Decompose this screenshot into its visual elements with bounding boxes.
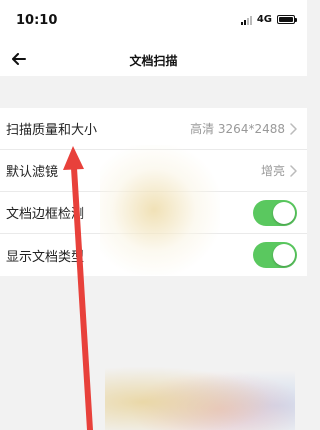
setting-value: 增亮 <box>260 164 285 178</box>
setting-value: 高清 3264*2488 <box>190 122 285 136</box>
settings-list: 扫描质量和大小 高清 3264*2488 默认滤镜 增亮 文档边框检测 显示文档… <box>0 108 307 276</box>
setting-label: 显示文档类型 <box>6 249 85 265</box>
chevron-right-icon <box>290 164 297 177</box>
status-indicators: 4G <box>240 14 297 25</box>
battery-icon <box>277 15 297 24</box>
page-title: 文档扫描 <box>129 54 178 68</box>
setting-scan-quality[interactable]: 扫描质量和大小 高清 3264*2488 <box>0 108 307 150</box>
status-time: 10:10 <box>16 13 58 28</box>
blurred-watermark <box>105 360 295 430</box>
setting-show-doc-type: 显示文档类型 <box>0 234 307 276</box>
toggle-knob <box>273 244 295 266</box>
chevron-right-icon <box>290 122 297 135</box>
nav-bar: 文档扫描 <box>0 44 307 76</box>
setting-border-detection: 文档边框检测 <box>0 192 307 234</box>
border-detection-toggle[interactable] <box>253 199 297 226</box>
setting-label: 默认滤镜 <box>6 165 59 180</box>
setting-label: 扫描质量和大小 <box>6 123 98 138</box>
show-doc-type-toggle[interactable] <box>253 242 297 268</box>
network-type: 4G <box>256 14 272 25</box>
signal-icon <box>240 15 252 25</box>
status-bar: 10:10 4G <box>0 0 307 44</box>
toggle-knob <box>273 201 295 224</box>
setting-default-filter[interactable]: 默认滤镜 增亮 <box>0 150 307 192</box>
setting-label: 文档边框检测 <box>6 207 85 222</box>
